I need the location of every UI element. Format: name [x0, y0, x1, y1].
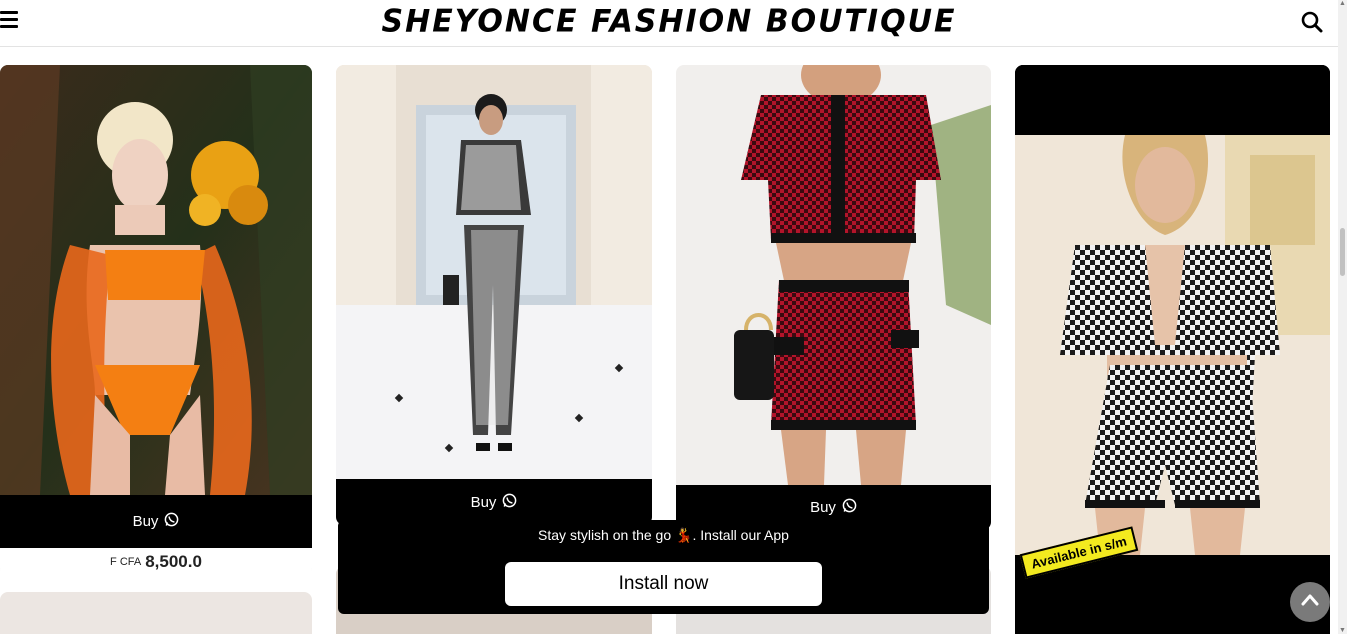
- product-image[interactable]: [336, 65, 652, 479]
- whatsapp-icon: [842, 498, 857, 517]
- whatsapp-icon: [164, 512, 179, 531]
- install-now-button[interactable]: Install now: [505, 562, 822, 606]
- buy-label: Buy: [470, 493, 497, 511]
- install-app-banner: Stay stylish on the go 💃. Install our Ap…: [338, 520, 989, 614]
- price-currency: F CFA: [110, 556, 142, 568]
- whatsapp-icon: [502, 493, 517, 512]
- product-card[interactable]: Buy F CFA 8,500.0: [0, 65, 312, 575]
- back-to-top-button[interactable]: [1290, 582, 1330, 622]
- site-header: SHEYONCE FASHION BOUTIQUE: [0, 0, 1338, 47]
- price-value: 8,500.0: [145, 552, 202, 571]
- app: SHEYONCE FASHION BOUTIQUE Buy F CFA 8,50…: [0, 0, 1347, 634]
- buy-button[interactable]: Buy: [336, 479, 652, 525]
- search-icon[interactable]: [1299, 9, 1325, 35]
- price: F CFA 8,500.0: [0, 548, 312, 575]
- chevron-up-icon: [1299, 589, 1321, 616]
- install-message: Stay stylish on the go 💃. Install our Ap…: [538, 527, 789, 543]
- product-image[interactable]: [0, 65, 312, 495]
- scroll-thumb[interactable]: [1340, 228, 1345, 276]
- scrollbar[interactable]: ▲ ▼: [1338, 0, 1347, 634]
- product-card[interactable]: Buy: [676, 65, 991, 530]
- buy-button[interactable]: Buy: [0, 495, 312, 548]
- brand-title[interactable]: SHEYONCE FASHION BOUTIQUE: [0, 3, 1338, 40]
- product-image[interactable]: [0, 592, 312, 634]
- scroll-up-arrow[interactable]: ▲: [1339, 0, 1346, 7]
- product-card[interactable]: [0, 592, 312, 634]
- scroll-down-arrow[interactable]: ▼: [1339, 627, 1346, 634]
- product-card[interactable]: Buy: [336, 65, 652, 525]
- buy-label: Buy: [132, 513, 159, 530]
- product-image[interactable]: [676, 65, 991, 485]
- buy-label: Buy: [810, 499, 836, 516]
